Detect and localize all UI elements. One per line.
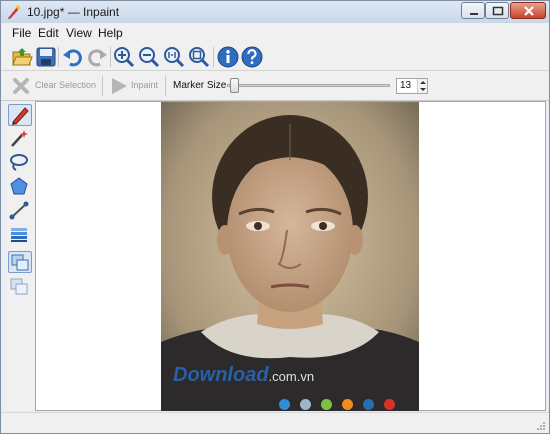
copy-area-tool[interactable] [8,276,32,298]
marker-size-input[interactable]: 13 [396,78,428,94]
menu-bar: File Edit View Help [1,23,549,43]
open-icon [12,48,33,66]
polygon-tool[interactable] [8,176,32,198]
options-separator [165,76,166,96]
app-icon [7,5,21,19]
tool-strip [5,101,35,411]
title-bar[interactable]: 10.jpg* — Inpaint [1,1,549,23]
layers-icon [11,228,27,242]
play-icon [112,78,127,94]
watermark-dot [342,399,353,410]
watermark-dot [300,399,311,410]
options-bar: Clear Selection Inpaint Marker Size 13 [1,71,549,101]
main-toolbar [1,43,549,71]
lasso-tool[interactable] [8,152,32,174]
donor-area-icon [11,254,29,271]
info-icon [217,46,239,68]
line-tool[interactable] [8,200,32,222]
info-button[interactable] [216,45,240,69]
image-canvas[interactable]: Download.com.vn [35,101,546,411]
zoom-actual-icon [164,47,185,68]
marker-size-spinner[interactable] [417,79,427,93]
resize-grip-icon[interactable] [536,421,546,431]
copy-area-icon [10,278,28,295]
zoom-fit-icon [189,47,210,68]
polygon-icon [10,177,28,195]
menu-help[interactable]: Help [98,26,123,40]
app-window: 10.jpg* — Inpaint File Edit View Help Cl… [0,0,550,434]
close-icon [524,6,534,16]
help-button[interactable] [240,45,264,69]
inpaint-button[interactable]: Inpaint [131,80,158,90]
zoom-in-icon [114,47,135,68]
close-button[interactable] [510,2,546,19]
zoom-out-button[interactable] [137,45,161,69]
options-separator [102,76,103,96]
zoom-fit-button[interactable] [187,45,211,69]
watermark-domain: .com.vn [268,369,315,384]
marker-size-slider-thumb[interactable] [230,78,240,93]
redo-button[interactable] [85,45,109,69]
zoom-in-button[interactable] [112,45,136,69]
marker-size-label: Marker Size [173,80,227,91]
watermark-dot [363,399,374,410]
marker-tool[interactable] [8,104,32,126]
minimize-icon [470,13,478,15]
undo-button[interactable] [61,45,85,69]
window-title: 10.jpg* — Inpaint [27,5,120,19]
save-icon [36,47,56,67]
zoom-actual-button[interactable] [162,45,186,69]
menu-edit[interactable]: Edit [38,26,59,40]
undo-icon [63,49,82,67]
menu-view[interactable]: View [66,26,92,40]
toolbar-separator [58,47,59,67]
watermark-text: Download [173,364,269,386]
donor-area-tool[interactable] [8,251,32,273]
zoom-out-icon [139,47,160,68]
marker-size-value[interactable]: 13 [400,80,411,91]
maximize-button[interactable] [485,2,509,19]
line-icon [9,201,29,220]
maximize-icon [492,6,504,16]
magic-wand-icon [11,130,28,147]
watermark-dot [279,399,290,410]
redo-icon [88,49,107,67]
magic-wand-tool[interactable] [8,128,32,150]
watermark-dot [321,399,332,410]
status-bar [1,412,549,433]
watermark-dot [384,399,395,410]
clear-selection-button[interactable]: Clear Selection [35,80,96,90]
marker-size-slider[interactable] [227,84,390,87]
minimize-button[interactable] [461,2,485,19]
clear-selection-icon [13,78,29,94]
help-icon [241,46,263,68]
toolbar-separator [110,47,111,67]
layers-tool[interactable] [8,224,32,246]
photo-image[interactable]: Download.com.vn [161,102,419,411]
lasso-icon [10,154,28,171]
save-button[interactable] [34,45,58,69]
spin-arrows-icon [420,81,426,91]
menu-file[interactable]: File [12,26,31,40]
open-button[interactable] [10,45,34,69]
toolbar-separator [213,47,214,67]
watermark: Download.com.vn [173,364,314,387]
watermark-dots [279,397,405,411]
marker-icon [12,107,29,125]
